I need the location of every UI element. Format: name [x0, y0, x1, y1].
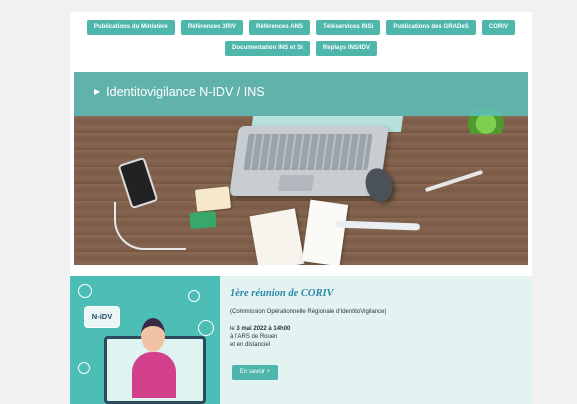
- circle-decoration-icon: [78, 284, 92, 298]
- event-details: 1ère réunion de CORIV (Commission Opérat…: [230, 276, 525, 404]
- woman-avatar-body: [132, 352, 176, 398]
- hero-banner: ▶ Identitovigilance N-IDV / INS: [74, 72, 528, 265]
- circle-decoration-icon: [78, 362, 90, 374]
- triangle-right-icon: ▶: [94, 87, 101, 96]
- nav-references-3riv-button[interactable]: Références 3RIV: [180, 20, 243, 35]
- woman-avatar-icon: [141, 318, 165, 352]
- nidv-logo: N-iDV: [84, 306, 120, 328]
- nav-replays-ins-idv-button[interactable]: Replays INS/IDV: [315, 41, 377, 56]
- read-more-button[interactable]: En savoir +: [232, 365, 278, 380]
- circle-decoration-icon: [188, 290, 200, 302]
- gear-icon: [198, 320, 214, 336]
- event-card: N-iDV 1ère réunion de CORIV (Commission …: [70, 276, 532, 404]
- banner-title[interactable]: ▶ Identitovigilance N-IDV / INS: [94, 85, 265, 99]
- nav-publications-grades-button[interactable]: Publications des GRADeS: [386, 20, 476, 35]
- event-illustration: N-iDV: [70, 276, 220, 404]
- health-card-illustration: [189, 211, 217, 229]
- event-title[interactable]: 1ère réunion de CORIV: [230, 288, 334, 299]
- page-container: Publications du Ministère Références 3RI…: [70, 12, 532, 404]
- nav-coriv-button[interactable]: CORIV: [481, 20, 516, 35]
- touchpad-illustration: [277, 175, 315, 191]
- top-navigation: Publications du Ministère Références 3RI…: [70, 20, 532, 56]
- event-subtitle: (Commission Opérationnelle Régionale d'I…: [230, 309, 387, 315]
- event-mode: et en distanciel: [230, 342, 271, 348]
- keyboard-illustration: [243, 134, 373, 170]
- event-date: 3 mai 2022 à 14h00: [236, 326, 291, 332]
- event-date-line: le 3 mai 2022 à 14h00: [230, 326, 290, 333]
- nav-documentation-ins-si-button[interactable]: Documentation INS et SI: [225, 41, 310, 56]
- nav-teleservices-insi-button[interactable]: Téléservices INSi: [316, 20, 381, 35]
- event-location: à l'ARS de Rouen: [230, 334, 278, 340]
- banner-title-text: Identitovigilance N-IDV / INS: [106, 85, 265, 99]
- id-card-illustration: [194, 186, 232, 212]
- nav-references-ans-button[interactable]: Références ANS: [248, 20, 311, 35]
- document-illustration: [249, 208, 305, 265]
- nav-publications-ministere-button[interactable]: Publications du Ministère: [86, 20, 175, 35]
- phone-cable-illustration: [114, 202, 186, 250]
